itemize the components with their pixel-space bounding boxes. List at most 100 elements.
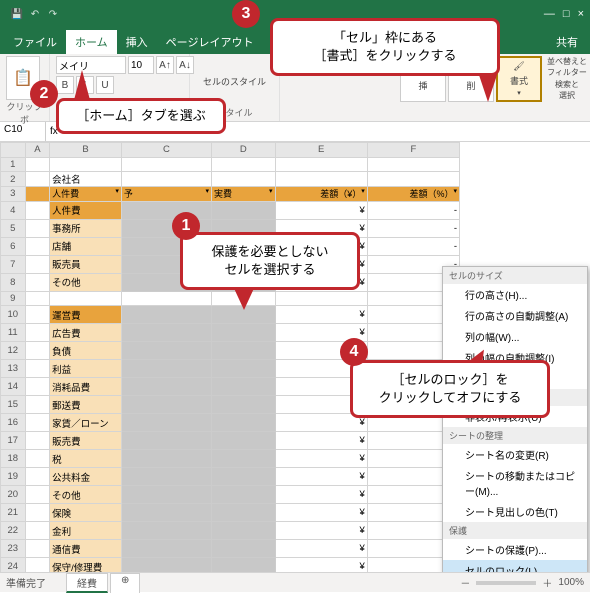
- table-row[interactable]: 19公共料金¥-: [1, 468, 460, 486]
- cell[interactable]: [25, 306, 50, 324]
- cell[interactable]: 販売費: [50, 432, 122, 450]
- menu-lock-cell[interactable]: セルのロック(L): [443, 560, 587, 572]
- col-a[interactable]: A: [25, 143, 50, 158]
- row-header[interactable]: 24: [1, 558, 26, 573]
- cell[interactable]: [25, 504, 50, 522]
- cell[interactable]: [121, 432, 211, 450]
- sheet-tab-active[interactable]: 経費: [66, 573, 108, 593]
- cell[interactable]: [212, 486, 276, 504]
- font-name-select[interactable]: [56, 56, 126, 74]
- cell[interactable]: その他: [50, 486, 122, 504]
- table-row[interactable]: 9: [1, 291, 460, 306]
- cell[interactable]: ¥: [275, 432, 367, 450]
- tab-layout[interactable]: ページレイアウト: [157, 30, 263, 54]
- cell[interactable]: [25, 378, 50, 396]
- row-header[interactable]: 20: [1, 486, 26, 504]
- cell[interactable]: [121, 360, 211, 378]
- cell[interactable]: [121, 540, 211, 558]
- share-button[interactable]: 共有: [548, 30, 586, 54]
- cell[interactable]: 会社名: [50, 172, 122, 187]
- cell[interactable]: [121, 414, 211, 432]
- cell[interactable]: -: [367, 201, 459, 219]
- row-header[interactable]: 14: [1, 378, 26, 396]
- cell[interactable]: [121, 558, 211, 573]
- cell[interactable]: ¥: [275, 522, 367, 540]
- row-header[interactable]: 15: [1, 396, 26, 414]
- cell[interactable]: ¥: [275, 468, 367, 486]
- table-row[interactable]: 22金利¥-: [1, 522, 460, 540]
- cell[interactable]: [25, 432, 50, 450]
- cell[interactable]: [25, 187, 50, 202]
- find-select-button[interactable]: 検索と 選択: [544, 79, 590, 101]
- cell[interactable]: ¥: [275, 540, 367, 558]
- cell[interactable]: [121, 342, 211, 360]
- row-header[interactable]: 17: [1, 432, 26, 450]
- cell[interactable]: [121, 486, 211, 504]
- table-row[interactable]: 23通信費¥-: [1, 540, 460, 558]
- cell[interactable]: [25, 172, 50, 187]
- menu-row-height[interactable]: 行の高さ(H)...: [443, 284, 587, 305]
- row-header[interactable]: 10: [1, 306, 26, 324]
- cell[interactable]: 金利: [50, 522, 122, 540]
- cell[interactable]: [25, 342, 50, 360]
- menu-protect-sheet[interactable]: シートの保護(P)...: [443, 539, 587, 560]
- undo-icon[interactable]: ↶: [28, 7, 42, 21]
- zoom-in-button[interactable]: ＋: [542, 575, 552, 590]
- cell[interactable]: [275, 172, 367, 187]
- redo-icon[interactable]: ↷: [46, 7, 60, 21]
- cell[interactable]: [25, 255, 50, 273]
- tab-home[interactable]: ホーム: [66, 30, 117, 54]
- cell[interactable]: -: [367, 219, 459, 237]
- table-row[interactable]: 24保守/修理費¥-: [1, 558, 460, 573]
- cell[interactable]: [25, 468, 50, 486]
- cell[interactable]: 差額（¥）▾: [275, 187, 367, 202]
- row-header[interactable]: 7: [1, 255, 26, 273]
- cell[interactable]: 実費▾: [212, 187, 276, 202]
- cell[interactable]: [50, 291, 122, 306]
- table-row[interactable]: 10運営費¥-: [1, 306, 460, 324]
- menu-rename-sheet[interactable]: シート名の変更(R): [443, 444, 587, 465]
- cell[interactable]: ¥: [275, 201, 367, 219]
- cell[interactable]: 保守/修理費: [50, 558, 122, 573]
- format-cell-button[interactable]: 🖌書式▾: [496, 56, 542, 102]
- cell[interactable]: [25, 219, 50, 237]
- row-header[interactable]: 3: [1, 187, 26, 202]
- row-header[interactable]: 2: [1, 172, 26, 187]
- cell[interactable]: 公共料金: [50, 468, 122, 486]
- row-header[interactable]: 19: [1, 468, 26, 486]
- cell[interactable]: 通信費: [50, 540, 122, 558]
- row-header[interactable]: 12: [1, 342, 26, 360]
- cell[interactable]: ¥: [275, 504, 367, 522]
- cell[interactable]: 予▾: [121, 187, 211, 202]
- close-button[interactable]: ×: [578, 8, 584, 20]
- table-row[interactable]: 11広告費¥-: [1, 324, 460, 342]
- cell[interactable]: [121, 522, 211, 540]
- cell[interactable]: [275, 157, 367, 172]
- cell[interactable]: ¥: [275, 306, 367, 324]
- tab-file[interactable]: ファイル: [4, 30, 66, 54]
- cell[interactable]: [121, 450, 211, 468]
- cell[interactable]: [121, 306, 211, 324]
- cell[interactable]: 広告費: [50, 324, 122, 342]
- cell[interactable]: [25, 522, 50, 540]
- row-header[interactable]: 18: [1, 450, 26, 468]
- table-row[interactable]: 2 会社名: [1, 172, 460, 187]
- sheet-tab-new[interactable]: ⊕: [110, 573, 140, 593]
- row-header[interactable]: 8: [1, 273, 26, 291]
- table-row[interactable]: 1: [1, 157, 460, 172]
- cell[interactable]: [212, 504, 276, 522]
- cell[interactable]: [212, 396, 276, 414]
- cell[interactable]: [121, 378, 211, 396]
- menu-col-width[interactable]: 列の幅(W)...: [443, 326, 587, 347]
- table-row[interactable]: 12負債¥-: [1, 342, 460, 360]
- col-c[interactable]: C: [121, 143, 211, 158]
- font-size-select[interactable]: [128, 56, 154, 74]
- cell[interactable]: 人件費: [50, 201, 122, 219]
- row-header[interactable]: 21: [1, 504, 26, 522]
- cell[interactable]: [25, 540, 50, 558]
- row-header[interactable]: 11: [1, 324, 26, 342]
- cell[interactable]: [212, 468, 276, 486]
- cell[interactable]: 店舗: [50, 237, 122, 255]
- cell[interactable]: [367, 157, 459, 172]
- cell[interactable]: [121, 291, 211, 306]
